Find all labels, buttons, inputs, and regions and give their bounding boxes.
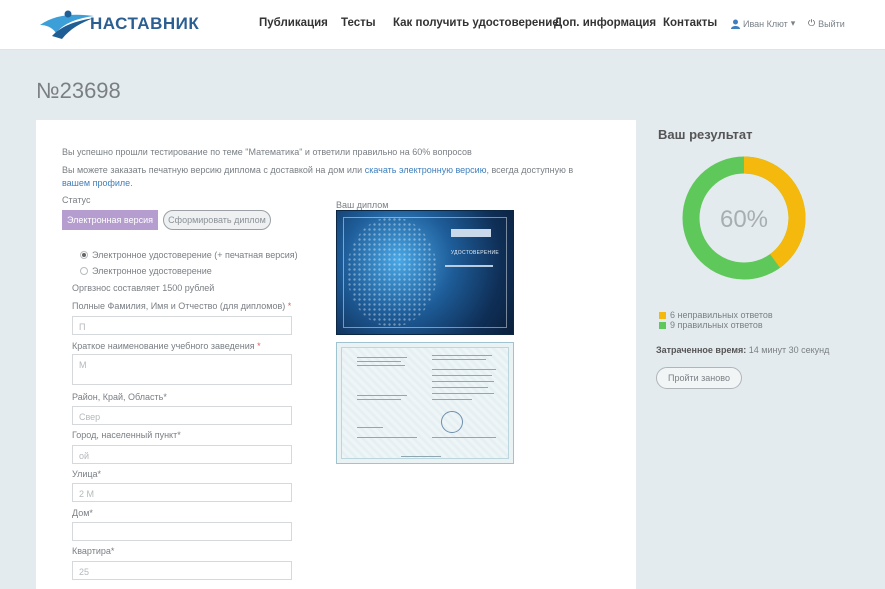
city-input[interactable]: ой — [72, 445, 292, 464]
diploma-label: Ваш диплом — [336, 200, 389, 210]
time-spent-value: 14 минут 30 секунд — [748, 345, 830, 355]
diploma-inner-line — [401, 456, 441, 457]
result-title: Ваш результат — [658, 127, 753, 142]
diploma-inner-line — [432, 369, 496, 370]
legend-wrong-swatch — [659, 311, 666, 319]
generate-diploma-button[interactable]: Сформировать диплом — [163, 210, 271, 230]
diploma-inner-frame — [341, 347, 509, 459]
nav-extra-info[interactable]: Доп. информация — [554, 17, 656, 29]
order-text: Вы можете заказать печатную версию дипло… — [62, 165, 573, 175]
diploma-inner-line — [357, 365, 405, 366]
region-input[interactable]: Свер — [72, 406, 292, 425]
diploma-inner-line — [357, 361, 401, 362]
diploma-inner-line — [432, 399, 472, 400]
top-navbar: НАСТАВНИК Публикация Тесты Как получить … — [0, 0, 885, 50]
site-logo[interactable]: НАСТАВНИК — [38, 6, 199, 42]
diploma-inner-line — [432, 437, 496, 438]
diploma-inner-line — [357, 437, 417, 438]
user-icon — [731, 19, 740, 29]
diploma-inner-line — [432, 359, 486, 360]
profile-link[interactable]: вашем профиле — [62, 178, 130, 188]
time-spent: Затраченное время: 14 минут 30 секунд — [656, 345, 829, 355]
house-input[interactable] — [72, 522, 292, 541]
school-label: Краткое наименование учебного заведения … — [72, 341, 261, 351]
diploma-cover-pattern — [347, 217, 437, 327]
diploma-seal — [441, 411, 463, 433]
legend-right-label: 9 правильных ответов — [670, 320, 763, 330]
school-label-text: Краткое наименование учебного заведения — [72, 341, 255, 351]
result-form-panel: Вы успешно прошли тестирование по теме "… — [36, 120, 636, 589]
diploma-cover-subline — [445, 265, 493, 267]
time-spent-label: Затраченное время: — [656, 345, 747, 355]
result-percent: 60% — [720, 206, 768, 233]
logout-link[interactable]: ⏻ Выйти — [808, 18, 845, 29]
status-badge: Электронная версия — [62, 210, 158, 230]
required-mark: * — [257, 341, 261, 351]
retry-button[interactable]: Пройти заново — [656, 367, 742, 389]
house-label: Дом* — [72, 508, 93, 518]
result-donut-chart: 60% — [682, 156, 806, 280]
user-menu[interactable]: Иван Клют ▾ — [731, 18, 795, 29]
logo-text: НАСТАВНИК — [90, 14, 200, 33]
diploma-cover-caption: УДОСТОВЕРЕНИЕ — [450, 250, 499, 256]
diploma-inner-line — [432, 381, 494, 382]
user-name: Иван Клют — [743, 18, 788, 29]
chevron-down-icon: ▾ — [790, 18, 796, 28]
nav-tests[interactable]: Тесты — [341, 17, 376, 29]
nav-contacts[interactable]: Контакты — [663, 17, 717, 29]
legend-right: 9 правильных ответов — [659, 320, 763, 330]
nav-publication[interactable]: Публикация — [259, 17, 328, 29]
profile-after: . — [130, 178, 133, 188]
order-text-part2: , всегда доступную в — [486, 165, 574, 175]
diploma-inner-line — [357, 357, 407, 358]
fee-text: Оргвзнос составляет 1500 рублей — [72, 283, 215, 293]
download-electronic-link[interactable]: скачать электронную версию — [365, 165, 487, 175]
profile-line: вашем профиле. — [62, 178, 133, 188]
diploma-inner-line — [432, 393, 494, 394]
fio-label-text: Полные Фамилия, Имя и Отчество (для дипл… — [72, 301, 286, 311]
power-icon: ⏻ — [808, 18, 816, 28]
diploma-inner-line — [357, 399, 401, 400]
school-textarea[interactable]: М — [72, 354, 292, 385]
fio-input[interactable]: П — [72, 316, 292, 335]
option-print-radio[interactable] — [80, 251, 88, 259]
diploma-inner-image[interactable] — [336, 342, 514, 464]
nav-get-certificate[interactable]: Как получить удостоверение — [393, 17, 559, 29]
diploma-inner-line — [432, 387, 488, 388]
required-mark: * — [287, 301, 292, 311]
option-electronic-label[interactable]: Электронное удостоверение — [92, 266, 212, 276]
legend-right-swatch — [659, 321, 666, 329]
legend-wrong: 6 неправильных ответов — [659, 310, 773, 320]
diploma-inner-line — [432, 375, 492, 376]
apartment-label: Квартира* — [72, 546, 115, 556]
logout-label: Выйти — [818, 18, 845, 29]
legend-wrong-label: 6 неправильных ответов — [670, 310, 773, 320]
apartment-input[interactable]: 25 — [72, 561, 292, 580]
option-electronic-radio[interactable] — [80, 267, 88, 275]
street-input[interactable]: 2 М — [72, 483, 292, 502]
city-label: Город, населенный пункт* — [72, 430, 181, 440]
status-label: Статус — [62, 195, 91, 205]
page-title: №23698 — [36, 78, 121, 103]
diploma-inner-line — [432, 355, 492, 356]
diploma-cover-image[interactable]: УДОСТОВЕРЕНИЕ — [336, 210, 514, 335]
diploma-cover-logo — [451, 229, 491, 237]
diploma-inner-line — [357, 427, 383, 428]
diploma-inner-line — [357, 395, 407, 396]
street-label: Улица* — [72, 469, 102, 479]
order-text-part: Вы можете заказать печатную версию дипло… — [62, 165, 363, 175]
intro-text: Вы успешно прошли тестирование по теме "… — [62, 147, 472, 157]
option-print-label[interactable]: Электронное удостоверение (+ печатная ве… — [92, 250, 298, 260]
fio-label: Полные Фамилия, Имя и Отчество (для дипл… — [72, 301, 291, 311]
logo-swoosh-icon — [40, 10, 94, 39]
region-label: Район, Край, Область* — [72, 392, 167, 402]
